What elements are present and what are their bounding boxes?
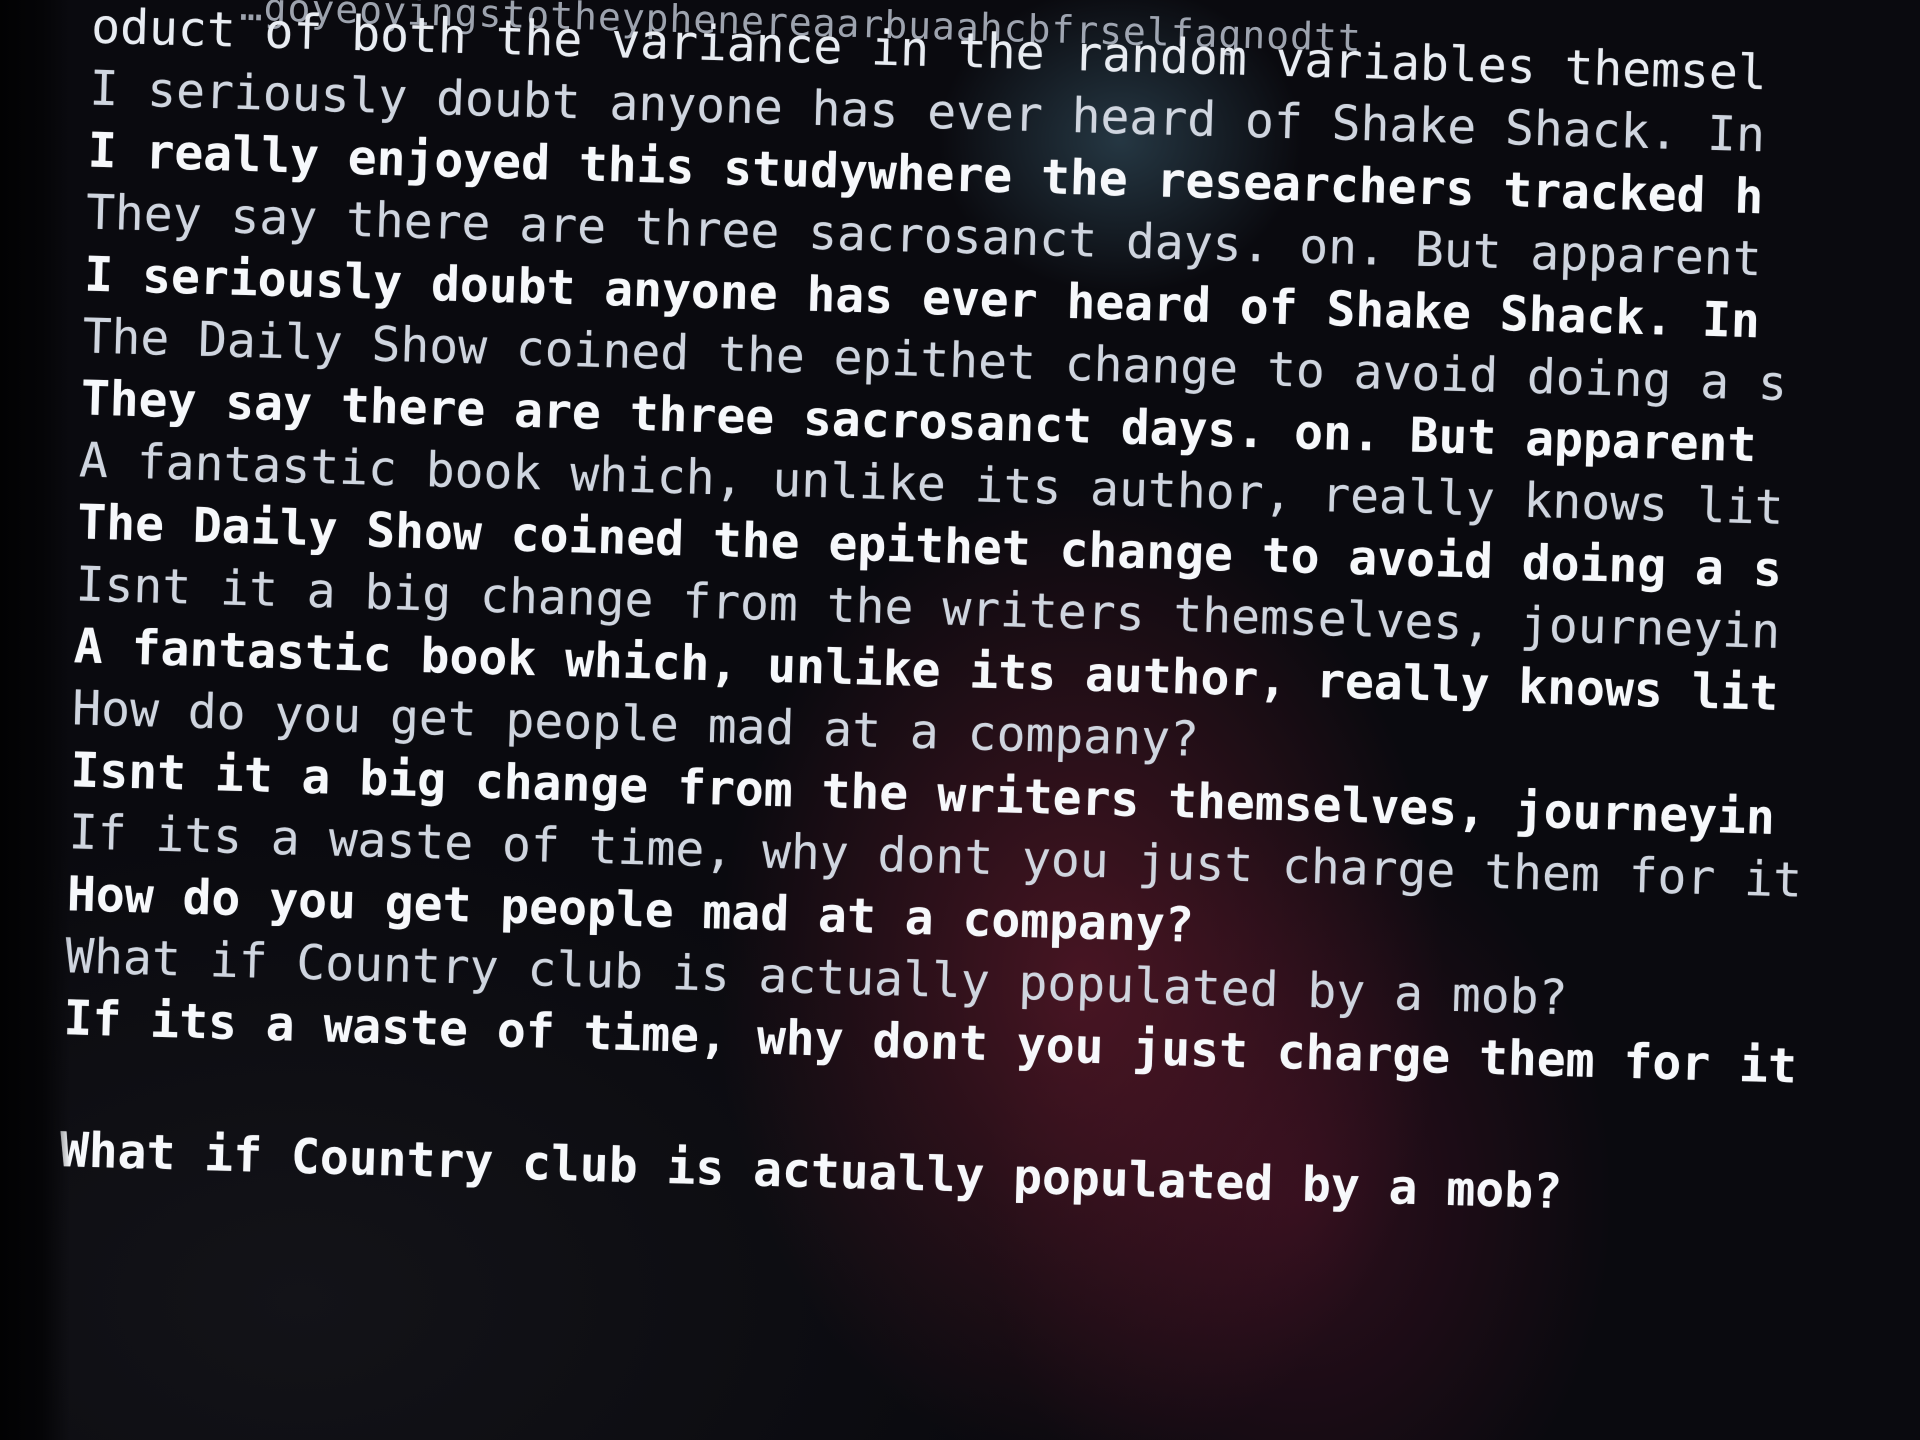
monitor-screen: …goyeoyingstotheyphenereaarbuaahcbfrself…	[0, 0, 1920, 1440]
terminal-line-18: What if Country club is actually populat…	[59, 1122, 1563, 1221]
terminal-output[interactable]: …goyeoyingstotheyphenereaarbuaahcbfrself…	[0, 0, 1920, 1440]
monitor-bezel	[0, 0, 70, 1440]
